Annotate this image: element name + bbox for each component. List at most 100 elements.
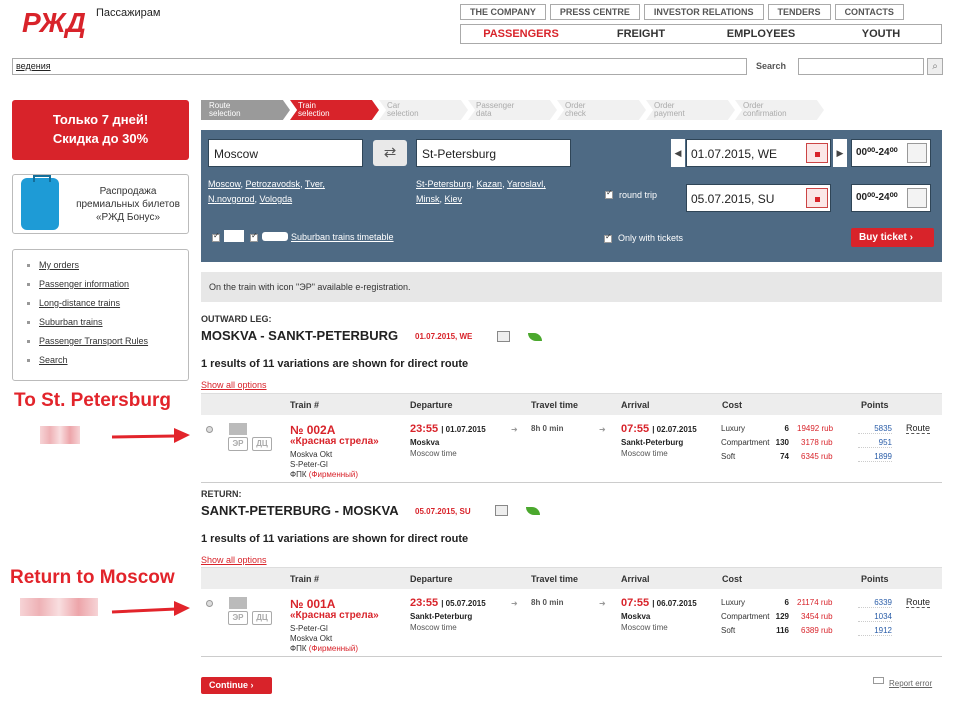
- train-row-return[interactable]: ЭР ДЦ № 001А «Красная стрела» S-Peter-Gl…: [201, 591, 942, 657]
- bonus-banner[interactable]: Распродажа премиальных билетов «РЖД Бону…: [12, 174, 189, 234]
- sugg-kazan[interactable]: Kazan: [477, 179, 503, 189]
- only-tickets-checkbox[interactable]: [604, 232, 612, 243]
- sidebar-item-passenger-info[interactable]: Passenger information: [25, 275, 188, 294]
- booking-steps: Route selection Train selection Car selecti…: [201, 100, 942, 120]
- continue-button[interactable]: Continue ›: [201, 677, 272, 694]
- class-luxury: Luxury: [721, 424, 746, 433]
- arrow-right-icon: ➜: [599, 599, 606, 608]
- sidebar-item-suburban[interactable]: Suburban trains: [25, 313, 188, 332]
- price-soft[interactable]: 6345 rub: [801, 452, 833, 461]
- bonus-text: Распродажа премиальных билетов «РЖД Бону…: [69, 185, 187, 224]
- nav-youth[interactable]: YOUTH: [821, 25, 941, 43]
- sidebar-item-my-orders[interactable]: My orders: [25, 256, 188, 275]
- col-travel: Travel time: [531, 400, 579, 410]
- outward-table-header: Train # Departure Travel time Arrival Co…: [201, 393, 942, 415]
- return-show-all-link[interactable]: Show all options: [201, 555, 267, 565]
- report-error-link[interactable]: Report error: [889, 679, 932, 688]
- col-departure: Departure: [410, 574, 453, 584]
- nav-tenders[interactable]: TENDERS: [767, 4, 831, 20]
- carrier: ФПК (Фирменный): [290, 644, 358, 653]
- sidebar-menu: My orders Passenger information Long-dis…: [12, 249, 189, 381]
- search-input[interactable]: [798, 58, 924, 75]
- printer-icon[interactable]: [497, 331, 510, 342]
- sidebar-item-rules[interactable]: Passenger Transport Rules: [25, 332, 188, 351]
- step-order-confirmation: Order confirmation: [735, 100, 824, 120]
- price-compartment[interactable]: 3454 rub: [801, 612, 833, 621]
- sugg-petrozavodsk[interactable]: Petrozavodsk: [246, 179, 301, 189]
- train-icon: [229, 597, 247, 609]
- select-radio[interactable]: [206, 600, 213, 607]
- nav-passengers[interactable]: PASSENGERS: [461, 25, 581, 43]
- continue-label: Continue: [209, 680, 248, 690]
- long-distance-checkbox[interactable]: [212, 231, 220, 242]
- carrier-name: ФПК: [290, 644, 307, 653]
- from-suggestions: Moscow, Petrozavodsk, Tver, N.novgorod, …: [208, 179, 325, 204]
- sugg-kiev[interactable]: Kiev: [445, 194, 463, 204]
- search-icon[interactable]: ⌕: [927, 58, 943, 75]
- price-luxury[interactable]: 21174 rub: [797, 598, 832, 607]
- train-name: «Красная стрела»: [290, 610, 379, 621]
- sugg-minsk[interactable]: Minsk: [416, 194, 440, 204]
- step-route-selection[interactable]: Route selection: [201, 100, 290, 120]
- step-train-selection[interactable]: Train selection: [290, 100, 379, 120]
- col-arrival: Arrival: [621, 574, 650, 584]
- clock-icon[interactable]: [907, 188, 927, 208]
- dc-badge: ДЦ: [252, 437, 272, 451]
- route-link[interactable]: Route: [906, 597, 931, 608]
- arrow-right-icon: ➜: [511, 599, 518, 608]
- route-destination: Moskva Okt: [290, 634, 333, 643]
- select-radio[interactable]: [206, 426, 213, 433]
- nav-freight[interactable]: FREIGHT: [581, 25, 701, 43]
- price-luxury[interactable]: 19492 rub: [797, 424, 833, 433]
- sugg-nnovgorod[interactable]: N.novgorod: [208, 194, 255, 204]
- return-time-input[interactable]: 00⁰⁰-24⁰⁰: [851, 184, 931, 212]
- col-travel: Travel time: [531, 574, 579, 584]
- col-cost: Cost: [722, 574, 742, 584]
- annotation-return: Return to Moscow: [10, 567, 175, 588]
- nav-press-centre[interactable]: PRESS CENTRE: [549, 4, 640, 20]
- sugg-yaroslavl[interactable]: Yaroslavl,: [507, 179, 546, 189]
- route-link[interactable]: Route: [906, 423, 931, 434]
- clock-icon[interactable]: [907, 143, 927, 163]
- outward-show-all-link[interactable]: Show all options: [201, 380, 267, 390]
- round-trip-checkbox[interactable]: [605, 188, 613, 199]
- calendar-icon[interactable]: [806, 188, 828, 208]
- top-text-field[interactable]: ведения: [12, 58, 747, 75]
- arrival-time-value: 07:55: [621, 597, 650, 609]
- seats-compartment: 129: [775, 612, 789, 621]
- calendar-icon[interactable]: [806, 143, 828, 163]
- sugg-tver[interactable]: Tver,: [305, 179, 325, 189]
- nav-investor-relations[interactable]: INVESTOR RELATIONS: [643, 4, 764, 20]
- date-next-icon[interactable]: ▶: [833, 139, 847, 167]
- er-badge: ЭР: [228, 437, 248, 451]
- suburban-timetable-link[interactable]: Suburban trains timetable: [291, 232, 394, 242]
- buy-ticket-button[interactable]: Buy ticket ›: [851, 228, 934, 247]
- bonus-line-2: премиальных билетов: [76, 199, 180, 210]
- arrival-station: Moskva: [621, 612, 651, 621]
- sidebar-item-long-distance[interactable]: Long-distance trains: [25, 294, 188, 313]
- price-compartment[interactable]: 3178 rub: [801, 438, 833, 447]
- sugg-st-petersburg[interactable]: St-Petersburg: [416, 179, 472, 189]
- search-label: Search: [756, 61, 787, 71]
- sidebar-item-search[interactable]: Search: [25, 351, 188, 370]
- departure-date: | 01.07.2015: [441, 425, 486, 434]
- outward-time-input[interactable]: 00⁰⁰-24⁰⁰: [851, 139, 931, 167]
- rzd-logo[interactable]: РЖД: [22, 6, 92, 38]
- sugg-vologda[interactable]: Vologda: [260, 194, 293, 204]
- sugg-moscow[interactable]: Moscow: [208, 179, 241, 189]
- from-city-input[interactable]: Moscow: [208, 139, 363, 167]
- date-prev-icon[interactable]: ◀: [671, 139, 685, 167]
- promo-banner[interactable]: Только 7 дней! Скидка до 30%: [12, 100, 189, 160]
- price-soft[interactable]: 6389 rub: [801, 626, 833, 635]
- to-city-input[interactable]: St-Petersburg: [416, 139, 571, 167]
- swap-icon[interactable]: ⇄: [373, 140, 407, 166]
- nav-contacts[interactable]: CONTACTS: [834, 4, 904, 20]
- nav-the-company[interactable]: THE COMPANY: [460, 4, 546, 20]
- printer-icon[interactable]: [495, 505, 508, 516]
- suburban-checkbox[interactable]: [250, 231, 258, 242]
- train-row-outward[interactable]: ЭР ДЦ № 002А «Красная стрела» Moskva Okt…: [201, 417, 942, 483]
- train-number: № 002А: [290, 423, 336, 437]
- main-nav: PASSENGERS FREIGHT EMPLOYEES YOUTH: [460, 24, 942, 44]
- points-soft: 1899: [858, 452, 892, 462]
- nav-employees[interactable]: EMPLOYEES: [701, 25, 821, 43]
